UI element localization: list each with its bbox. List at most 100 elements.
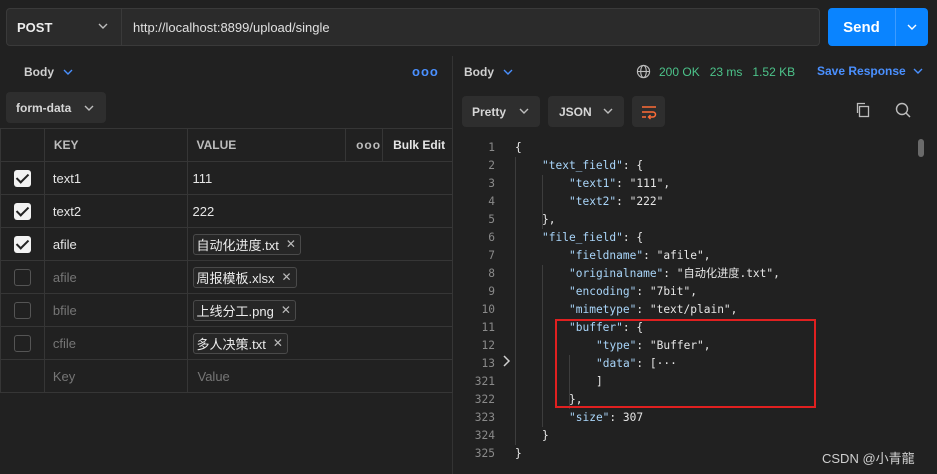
body-type-select[interactable]: form-data [6, 92, 106, 123]
file-chip[interactable]: 周报模板.xlsx ✕ [192, 266, 297, 288]
key-text: bfile [52, 302, 77, 318]
line-number: 321 [474, 375, 495, 388]
value-text: 111 [192, 170, 213, 186]
code-line: 4 "text2": "222" [462, 193, 922, 211]
row-checkbox[interactable] [13, 268, 31, 286]
file-chip[interactable]: 自动化进度.txt ✕ [192, 233, 301, 255]
wrap-icon [641, 105, 656, 119]
code-line: 10 "mimetype": "text/plain", [462, 301, 922, 319]
value-cell[interactable]: 自动化进度.txt ✕ [186, 227, 453, 261]
code-text: "encoding": "7bit", [569, 285, 697, 298]
watermark: CSDN @小青龍 [822, 451, 915, 466]
code-text: } [542, 429, 549, 442]
chevron-down-icon [98, 23, 108, 29]
code-line: 1{ [462, 139, 922, 157]
table-header: KEY VALUE ooo Bulk Edit [0, 128, 453, 162]
method-label: POST [17, 19, 53, 35]
more-options-icon[interactable]: ooo [412, 64, 439, 79]
key-cell[interactable]: text2 [43, 194, 188, 228]
table-row: afile 周报模板.xlsx ✕ [0, 260, 453, 294]
value-cell[interactable]: 多人决策.txt ✕ [186, 326, 453, 360]
remove-file-icon[interactable]: ✕ [286, 237, 296, 251]
bulk-edit-button[interactable]: Bulk Edit [382, 128, 453, 162]
code-text: "file_field": { [542, 231, 644, 244]
column-options-icon[interactable]: ooo [345, 128, 384, 162]
format-select[interactable]: Pretty [462, 96, 540, 127]
chevron-down-icon [503, 69, 513, 75]
language-label: JSON [559, 104, 592, 119]
file-name: 自动化进度.txt [196, 237, 279, 253]
header-value: VALUE [186, 128, 347, 162]
header-key: KEY [43, 128, 188, 162]
row-checkbox[interactable] [13, 202, 31, 220]
chevron-down-icon [63, 69, 73, 75]
chevron-down-icon [913, 68, 923, 74]
table-row: afile 自动化进度.txt ✕ [0, 227, 453, 261]
line-number: 2 [488, 159, 495, 172]
search-icon[interactable] [894, 101, 912, 119]
value-cell[interactable]: 周报模板.xlsx ✕ [186, 260, 453, 294]
code-text: "text_field": { [542, 159, 644, 172]
indent-guide [515, 157, 516, 445]
url-input[interactable]: http://localhost:8899/upload/single [122, 8, 820, 46]
key-cell[interactable]: afile [43, 260, 188, 294]
value-cell[interactable]: 222 [186, 194, 453, 228]
value-cell[interactable]: 上线分工.png ✕ [186, 293, 453, 327]
file-name: 周报模板.xlsx [196, 270, 275, 286]
file-name: 多人决策.txt [196, 336, 266, 352]
request-body-tab[interactable]: Body [24, 65, 74, 79]
response-status: 200 OK 23 ms 1.52 KB [636, 64, 795, 79]
line-number: 9 [488, 285, 495, 298]
response-body-tab[interactable]: Body [464, 65, 514, 79]
key-text: afile [52, 236, 77, 252]
save-response-button[interactable]: Save Response [817, 64, 924, 78]
globe-icon[interactable] [636, 64, 651, 79]
code-text: "text1": "111", [569, 177, 671, 190]
file-chip[interactable]: 多人决策.txt ✕ [192, 332, 288, 354]
row-checkbox[interactable] [13, 301, 31, 319]
row-checkbox[interactable] [13, 334, 31, 352]
key-cell[interactable]: bfile [43, 293, 188, 327]
body-tab-label: Body [24, 65, 54, 79]
key-cell[interactable]: afile [43, 227, 188, 261]
key-cell[interactable]: cfile [43, 326, 188, 360]
wrap-lines-button[interactable] [632, 96, 665, 127]
code-text: "fieldname": "afile", [569, 249, 711, 262]
checkbox-cell [0, 293, 45, 327]
checkbox-cell [0, 260, 45, 294]
send-button[interactable]: Send [828, 8, 928, 46]
line-number: 10 [481, 303, 495, 316]
remove-file-icon[interactable]: ✕ [273, 336, 283, 350]
response-time[interactable]: 23 ms [710, 65, 743, 79]
code-text: }, [542, 213, 556, 226]
method-select[interactable]: POST [6, 8, 122, 46]
file-chip[interactable]: 上线分工.png ✕ [192, 299, 296, 321]
key-cell[interactable]: text1 [43, 161, 188, 195]
value-cell[interactable]: 111 [186, 161, 453, 195]
code-line: 2 "text_field": { [462, 157, 922, 175]
response-code-editor[interactable]: 1{ 2 "text_field": { 3 "text1": "111", 4 "text… [462, 139, 922, 474]
scrollbar-thumb[interactable] [918, 139, 924, 157]
send-options-icon[interactable] [896, 21, 928, 33]
line-number: 1 [488, 141, 495, 154]
status-code[interactable]: 200 OK [659, 65, 700, 79]
line-number: 3 [488, 177, 495, 190]
key-text: afile [52, 269, 77, 285]
line-number: 4 [488, 195, 495, 208]
row-checkbox[interactable] [13, 169, 31, 187]
new-row: Key Value [0, 359, 453, 393]
response-size[interactable]: 1.52 KB [752, 65, 795, 79]
row-checkbox[interactable] [13, 235, 31, 253]
remove-file-icon[interactable]: ✕ [281, 303, 291, 317]
value-placeholder[interactable]: Value [186, 359, 453, 393]
remove-file-icon[interactable]: ✕ [282, 270, 292, 284]
language-select[interactable]: JSON [548, 96, 624, 127]
table-body: text1 111 text2 222 afile 自动化进度.txt ✕ afile 周报模板… [0, 161, 453, 393]
line-number: 6 [488, 231, 495, 244]
file-name: 上线分工.png [196, 303, 274, 319]
code-text: "size": 307 [569, 411, 644, 424]
key-placeholder[interactable]: Key [43, 359, 188, 393]
code-text: "text2": "222" [569, 195, 664, 208]
fold-arrow-icon[interactable] [502, 355, 512, 367]
copy-icon[interactable] [854, 101, 872, 119]
